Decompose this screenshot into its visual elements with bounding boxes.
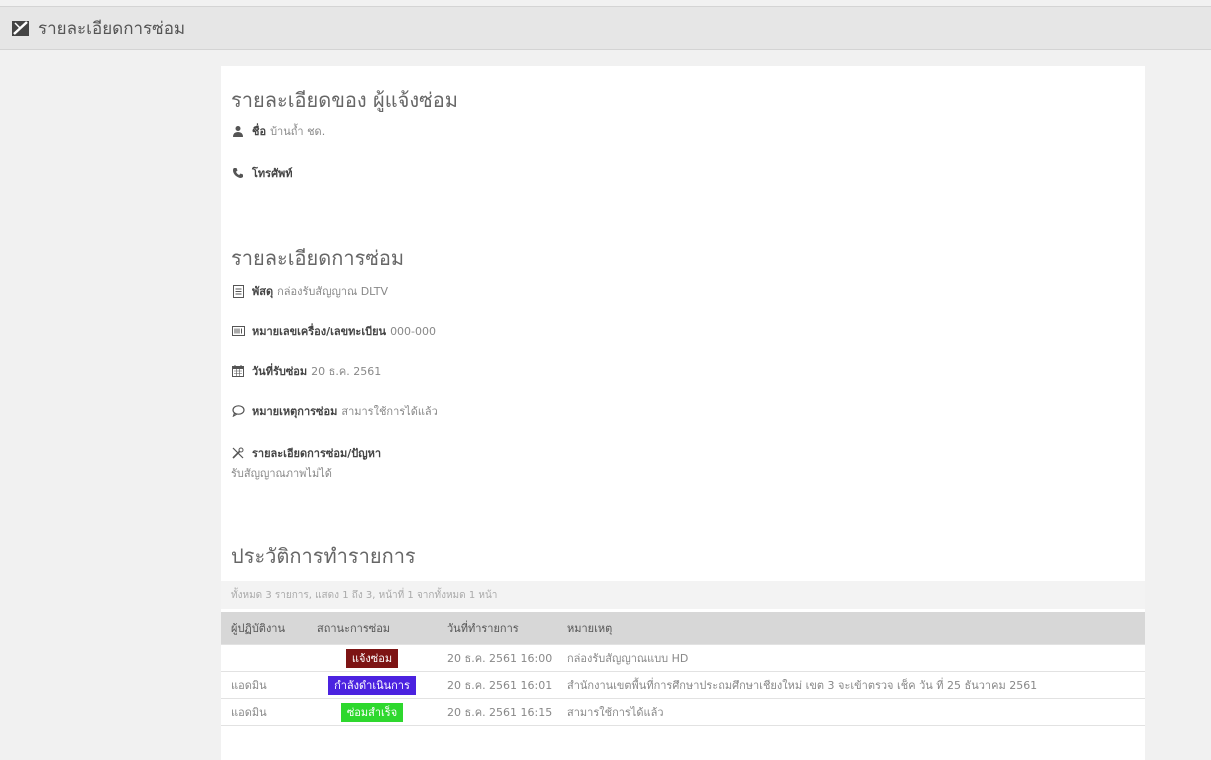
wrench-icon <box>231 446 245 460</box>
serial-value: 000-000 <box>390 324 437 338</box>
user-icon <box>231 124 245 138</box>
repair-heading: รายละเอียดการซ่อม <box>231 246 405 270</box>
problem-row: รายละเอียดการซ่อม/ปัญหา <box>231 444 385 462</box>
table-header-row: ผู้ปฏิบัติงาน สถานะการซ่อม วันที่ทำรายกา… <box>221 612 1145 645</box>
status-badge: ซ่อมสำเร็จ <box>340 702 404 722</box>
item-value: กล่องรับสัญญาณ DLTV <box>277 285 389 298</box>
phone-label: โทรศัพท์ <box>252 167 293 180</box>
table-row: แอดมิน กำลังดำเนินการ 20 ธ.ค. 2561 16:01… <box>221 671 1145 699</box>
reporter-phone-row: โทรศัพท์ <box>231 164 297 182</box>
note-row: หมายเหตุการซ่อม สามารใช้การได้แล้ว <box>231 402 438 420</box>
date-cell: 20 ธ.ค. 2561 16:00 <box>437 644 557 672</box>
operator-cell <box>221 644 307 672</box>
table-row: แอดมิน ซ่อมสำเร็จ 20 ธ.ค. 2561 16:15 สาม… <box>221 698 1145 726</box>
history-table: ผู้ปฏิบัติงาน สถานะการซ่อม วันที่ทำรายกา… <box>221 612 1145 726</box>
status-cell: ซ่อมสำเร็จ <box>307 698 437 726</box>
column-header: ผู้ปฏิบัติงาน <box>221 612 307 645</box>
document-icon <box>231 284 245 298</box>
operator-cell: แอดมิน <box>221 698 307 726</box>
item-row: พัสดุ กล่องรับสัญญาณ DLTV <box>231 282 388 300</box>
date-value: 20 ธ.ค. 2561 <box>311 365 382 378</box>
column-header: หมายเหตุ <box>557 612 1145 645</box>
reporter-heading: รายละเอียดของ ผู้แจ้งซ่อม <box>231 88 458 112</box>
detail-card: รายละเอียดของ ผู้แจ้งซ่อม ชื่อ บ้านถ้ำ ช… <box>221 66 1145 760</box>
date-label: วันที่รับซ่อม <box>252 365 308 378</box>
item-label: พัสดุ <box>252 285 274 298</box>
note-cell: กล่องรับสัญญาณแบบ HD <box>557 644 1145 672</box>
comment-icon <box>231 404 245 418</box>
column-header: วันที่ทำรายการ <box>437 612 557 645</box>
operator-cell: แอดมิน <box>221 671 307 699</box>
note-cell: สำนักงานเขตพื้นที่การศึกษาประถมศึกษาเชีย… <box>557 671 1145 699</box>
reporter-name-row: ชื่อ บ้านถ้ำ ชด. <box>231 122 325 140</box>
tools-icon <box>10 17 32 39</box>
table-row: แจ้งซ่อม 20 ธ.ค. 2561 16:00 กล่องรับสัญญ… <box>221 644 1145 672</box>
serial-label: หมายเลขเครื่อง/เลขทะเบียน <box>252 325 387 338</box>
column-header: สถานะการซ่อม <box>307 612 437 645</box>
page-title: รายละเอียดการซ่อม <box>38 18 186 39</box>
status-cell: กำลังดำเนินการ <box>307 671 437 699</box>
barcode-icon <box>231 324 245 338</box>
history-heading: ประวัติการทำรายการ <box>231 544 416 568</box>
note-cell: สามารใช้การได้แล้ว <box>557 698 1145 726</box>
note-value: สามารใช้การได้แล้ว <box>341 405 438 418</box>
problem-label: รายละเอียดการซ่อม/ปัญหา <box>252 447 382 460</box>
name-value: บ้านถ้ำ ชด. <box>270 125 326 138</box>
date-cell: 20 ธ.ค. 2561 16:01 <box>437 671 557 699</box>
status-cell: แจ้งซ่อม <box>307 644 437 672</box>
name-label: ชื่อ <box>252 125 267 138</box>
page-header: รายละเอียดการซ่อม <box>0 6 1211 50</box>
status-badge: แจ้งซ่อม <box>345 648 399 668</box>
calendar-icon <box>231 364 245 378</box>
status-badge: กำลังดำเนินการ <box>328 675 416 695</box>
date-row: วันที่รับซ่อม 20 ธ.ค. 2561 <box>231 362 381 380</box>
problem-value: รับสัญญาณภาพไม่ได้ <box>231 467 332 480</box>
pagination-summary: ทั้งหมด 3 รายการ, แสดง 1 ถึง 3, หน้าที่ … <box>221 581 1145 609</box>
note-label: หมายเหตุการซ่อม <box>252 405 338 418</box>
serial-row: หมายเลขเครื่อง/เลขทะเบียน 000-000 <box>231 322 436 340</box>
phone-icon <box>231 166 245 180</box>
date-cell: 20 ธ.ค. 2561 16:15 <box>437 698 557 726</box>
